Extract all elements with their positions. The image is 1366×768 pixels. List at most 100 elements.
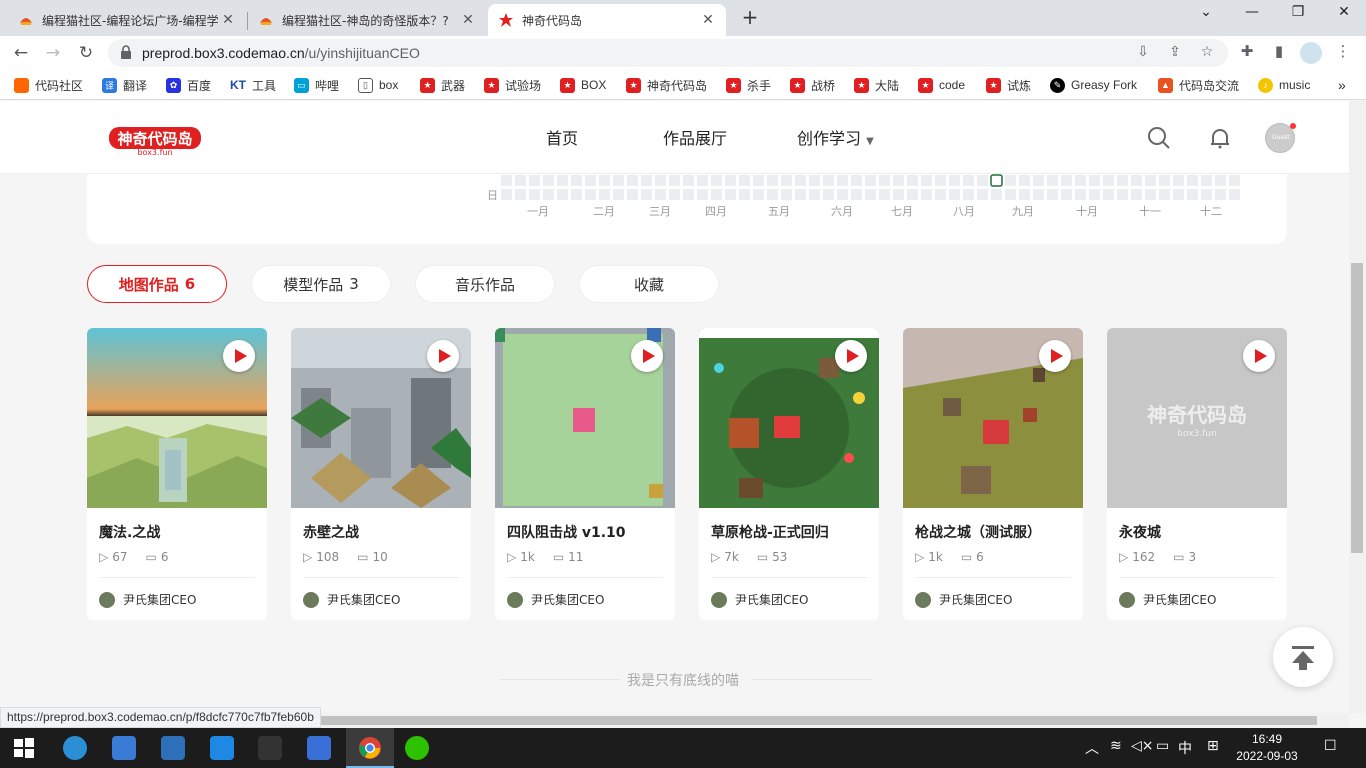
- nav-learn[interactable]: 创作学习 ▼: [797, 125, 874, 149]
- bookmark-item[interactable]: ★ BOX: [560, 76, 606, 94]
- bookmark-item[interactable]: ✎ Greasy Fork: [1050, 76, 1137, 94]
- ime-grid-icon[interactable]: ⊞: [1207, 738, 1219, 754]
- work-card[interactable]: 四队阻击战 v1.10 ▷ 1k ▭ 11 尹氏集团CEO: [495, 328, 675, 620]
- browser-tab-active[interactable]: 神奇代码岛 ✕: [488, 4, 726, 36]
- bookmark-star-icon[interactable]: ☆: [1198, 44, 1216, 62]
- wechat-icon[interactable]: [405, 736, 429, 760]
- forward-arrow-icon[interactable]: →: [40, 40, 66, 66]
- nav-gallery[interactable]: 作品展厅: [663, 125, 727, 149]
- tab-map-works[interactable]: 地图作品 6: [87, 265, 227, 303]
- tab-model-works[interactable]: 模型作品 3: [251, 265, 391, 303]
- vertical-scrollbar[interactable]: [1349, 101, 1366, 713]
- close-tab-icon[interactable]: ✕: [220, 12, 236, 28]
- windows-start-icon[interactable]: [12, 736, 36, 760]
- edge-icon[interactable]: [63, 736, 87, 760]
- work-card[interactable]: 枪战之城（测试服） ▷ 1k ▭ 6 尹氏集团CEO: [903, 328, 1083, 620]
- nav-home[interactable]: 首页: [546, 125, 578, 149]
- svg-text:box3.fun: box3.fun: [137, 148, 172, 157]
- more-menu-icon[interactable]: ⋮: [1332, 42, 1354, 64]
- work-title[interactable]: 魔法.之战: [99, 522, 160, 542]
- share-icon[interactable]: ⇪: [1166, 44, 1184, 62]
- play-icon[interactable]: [1039, 340, 1071, 372]
- play-icon[interactable]: [223, 340, 255, 372]
- back-arrow-icon[interactable]: ←: [8, 40, 34, 66]
- side-panel-icon[interactable]: ▮: [1268, 42, 1290, 64]
- back-to-top-button[interactable]: [1273, 627, 1333, 687]
- bookmark-item[interactable]: ▯ box: [358, 76, 398, 94]
- bookmark-item[interactable]: ♪ music: [1258, 76, 1310, 94]
- lark-app-icon[interactable]: [210, 736, 234, 760]
- site-header: 神奇代码岛 box3.fun 首页 作品展厅 创作学习 ▼ Guest: [0, 101, 1366, 174]
- scrollbar-thumb[interactable]: [1351, 263, 1363, 553]
- work-card[interactable]: 草原枪战-正式回归 ▷ 7k ▭ 53 尹氏集团CEO: [699, 328, 879, 620]
- close-tab-icon[interactable]: ✕: [700, 12, 716, 28]
- work-card[interactable]: 魔法.之战 ▷ 67 ▭ 6 尹氏集团CEO: [87, 328, 267, 620]
- work-author[interactable]: 尹氏集团CEO: [711, 591, 808, 608]
- battery-icon[interactable]: ▭: [1156, 738, 1169, 754]
- omnibox[interactable]: preprod.box3.codemao.cn/u/yinshijituanCE…: [108, 39, 1228, 67]
- bookmark-item[interactable]: ★ 试炼: [986, 76, 1031, 94]
- work-title[interactable]: 枪战之城（测试服）: [915, 522, 1041, 542]
- play-icon[interactable]: [631, 340, 663, 372]
- extensions-puzzle-icon[interactable]: ✚: [1236, 42, 1258, 64]
- bell-icon[interactable]: [1208, 126, 1232, 150]
- work-title[interactable]: 四队阻击战 v1.10: [507, 522, 626, 542]
- bookmark-item[interactable]: ★ code: [918, 76, 965, 94]
- search-icon[interactable]: [1147, 126, 1171, 150]
- work-author[interactable]: 尹氏集团CEO: [915, 591, 1012, 608]
- bookmark-item[interactable]: ★ 大陆: [854, 76, 899, 94]
- app-icon[interactable]: [307, 736, 331, 760]
- bookmark-item[interactable]: ★ 试验场: [484, 76, 541, 94]
- reload-icon[interactable]: ↻: [73, 40, 99, 66]
- tab-music-works[interactable]: 音乐作品: [415, 265, 555, 303]
- ime-indicator[interactable]: 中: [1178, 738, 1192, 758]
- close-tab-icon[interactable]: ✕: [460, 12, 476, 28]
- play-icon[interactable]: [835, 340, 867, 372]
- bird-app-icon[interactable]: [258, 736, 282, 760]
- work-card[interactable]: 赤壁之战 ▷ 108 ▭ 10 尹氏集团CEO: [291, 328, 471, 620]
- bookmark-item[interactable]: ★ 神奇代码岛: [626, 76, 707, 94]
- bookmark-item[interactable]: ✿ 百度: [166, 76, 211, 94]
- bookmark-item[interactable]: ▲ 代码岛交流: [1158, 76, 1239, 94]
- restore-icon[interactable]: ❐: [1286, 4, 1310, 26]
- play-icon[interactable]: [427, 340, 459, 372]
- work-author[interactable]: 尹氏集团CEO: [507, 591, 604, 608]
- box3-logo[interactable]: 神奇代码岛 box3.fun: [106, 123, 204, 157]
- month-label: 三月: [649, 205, 671, 218]
- wifi-icon[interactable]: ≋: [1110, 738, 1122, 754]
- url-text[interactable]: preprod.box3.codemao.cn/u/yinshijituanCE…: [142, 45, 420, 61]
- new-tab-button[interactable]: +: [738, 6, 762, 30]
- bookmark-item[interactable]: ★ 杀手: [726, 76, 771, 94]
- bookmark-item[interactable]: ▭ 哔哩: [294, 76, 339, 94]
- minimize-icon[interactable]: —: [1240, 4, 1264, 26]
- bookmark-item[interactable]: ★ 武器: [420, 76, 465, 94]
- chrome-icon[interactable]: [358, 736, 382, 760]
- tab-search-chevron-icon[interactable]: ⌄: [1194, 4, 1218, 26]
- volume-muted-icon[interactable]: ◁×: [1131, 738, 1154, 754]
- notification-center-icon[interactable]: ☐: [1324, 738, 1337, 754]
- work-author[interactable]: 尹氏集团CEO: [1119, 591, 1216, 608]
- close-window-icon[interactable]: ✕: [1332, 4, 1356, 26]
- feishu-app-icon[interactable]: [112, 736, 136, 760]
- lock-icon[interactable]: [120, 45, 132, 60]
- browser-tab-2[interactable]: 编程猫社区-神岛的奇怪版本？? ✕: [248, 4, 486, 36]
- bookmark-item[interactable]: 代码社区: [14, 76, 83, 94]
- tray-chevron-up-icon[interactable]: ︿: [1085, 738, 1099, 758]
- install-app-icon[interactable]: ⇩: [1134, 44, 1152, 62]
- bookmarks-overflow-chevron-icon[interactable]: »: [1338, 76, 1346, 94]
- work-title[interactable]: 草原枪战-正式回归: [711, 522, 829, 542]
- work-title[interactable]: 永夜城: [1119, 522, 1161, 542]
- bookmark-item[interactable]: ★ 战桥: [790, 76, 835, 94]
- profile-avatar-icon[interactable]: [1300, 42, 1322, 64]
- mail-icon[interactable]: [161, 736, 185, 760]
- work-author[interactable]: 尹氏集团CEO: [99, 591, 196, 608]
- tab-favorites[interactable]: 收藏: [579, 265, 719, 303]
- play-icon[interactable]: [1243, 340, 1275, 372]
- bookmark-item[interactable]: 译翻译: [102, 76, 147, 94]
- work-title[interactable]: 赤壁之战: [303, 522, 359, 542]
- system-clock[interactable]: 16:49 2022-09-03: [1232, 731, 1302, 765]
- bookmark-item[interactable]: KT 工具: [230, 76, 276, 94]
- browser-tab-1[interactable]: 编程猫社区-编程论坛广场-编程学 ✕: [8, 4, 246, 36]
- work-author[interactable]: 尹氏集团CEO: [303, 591, 400, 608]
- work-card[interactable]: 神奇代码岛 box3.fun 永夜城 ▷ 162 ▭ 3 尹氏集团CEO: [1107, 328, 1287, 620]
